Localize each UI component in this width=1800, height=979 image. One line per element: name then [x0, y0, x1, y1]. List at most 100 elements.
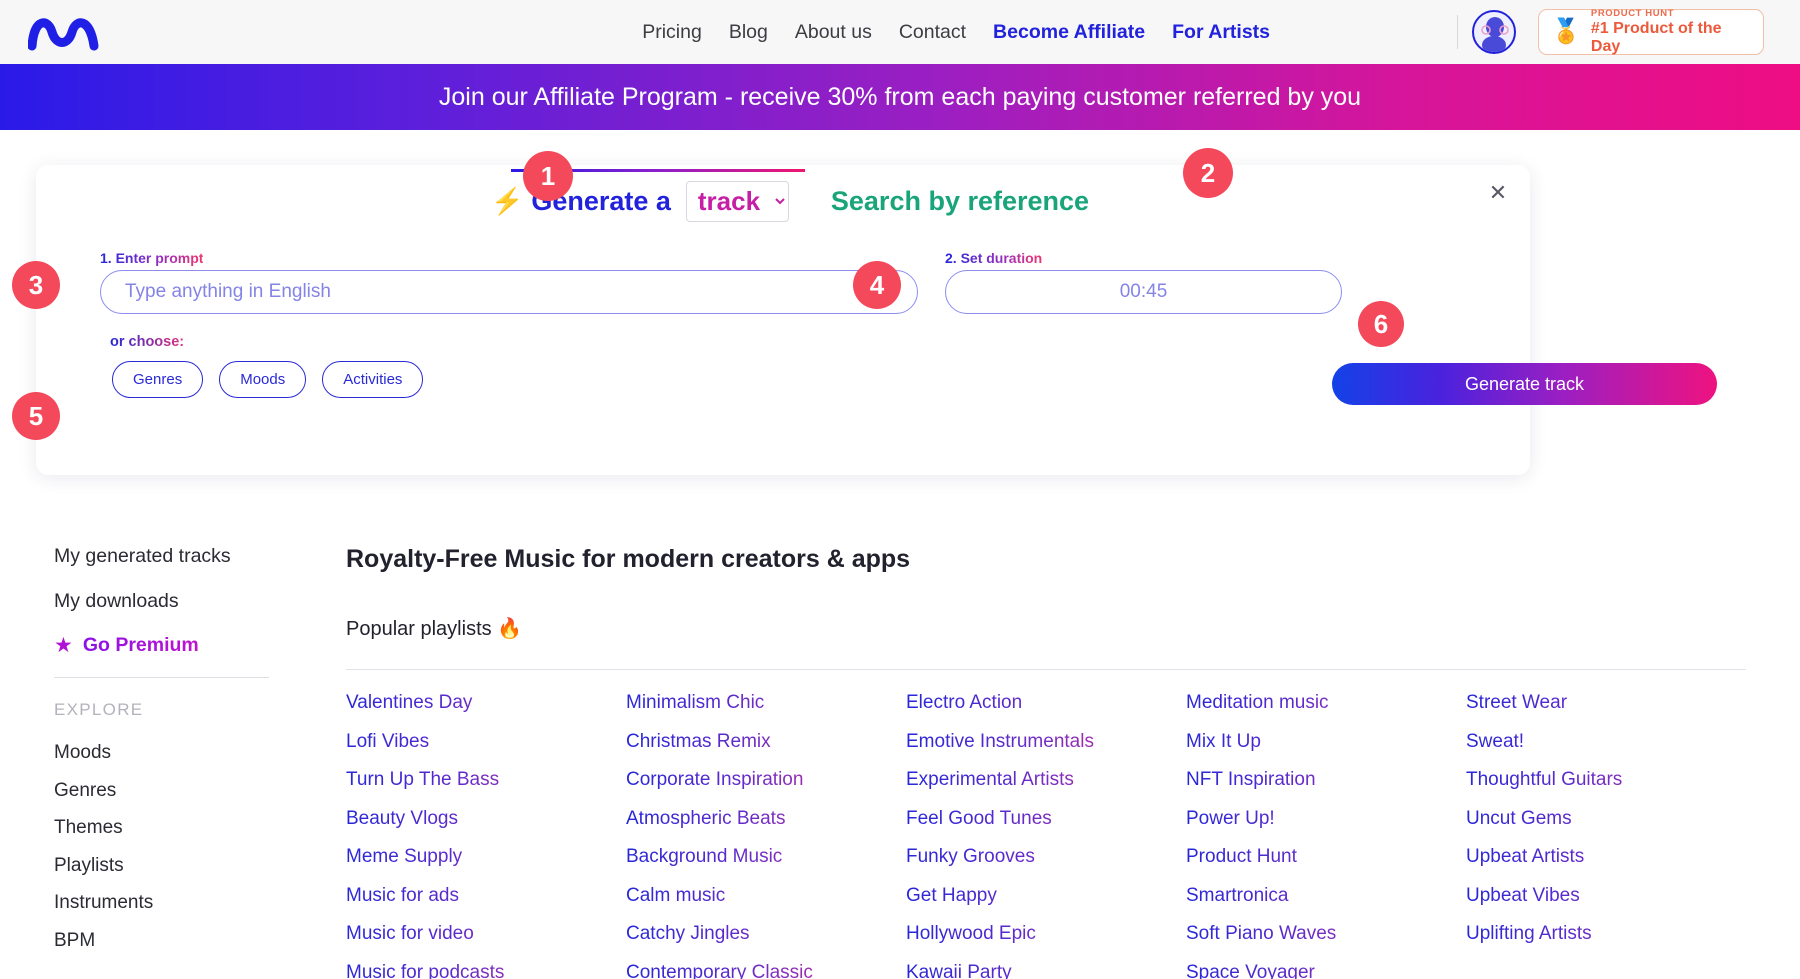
- or-choose-label: or choose:: [110, 334, 184, 350]
- nav-link-contact[interactable]: Contact: [899, 21, 966, 44]
- playlist-link[interactable]: Catchy Jingles: [626, 923, 906, 945]
- prompt-input[interactable]: [100, 270, 918, 314]
- playlist-link[interactable]: Funky Grooves: [906, 846, 1186, 868]
- affiliate-banner-text[interactable]: Join our Affiliate Program - receive 30%…: [439, 83, 1361, 112]
- playlist-link[interactable]: Sweat!: [1466, 731, 1746, 753]
- step-badge-4: 4: [853, 261, 901, 309]
- generator-modal: ✕ ⚡ Generate a track loop jingle Search …: [36, 165, 1530, 475]
- playlist-link[interactable]: NFT Inspiration: [1186, 769, 1466, 791]
- wave-logo-icon[interactable]: [28, 12, 124, 52]
- nav-links: Pricing Blog About us Contact Become Aff…: [642, 0, 1270, 64]
- chip-moods[interactable]: Moods: [219, 361, 306, 398]
- chip-activities[interactable]: Activities: [322, 361, 423, 398]
- duration-input[interactable]: [945, 270, 1342, 314]
- playlist-link[interactable]: Electro Action: [906, 692, 1186, 714]
- playlist-link[interactable]: Soft Piano Waves: [1186, 923, 1466, 945]
- playlist-link[interactable]: Street Wear: [1466, 692, 1746, 714]
- main-content: Royalty-Free Music for modern creators &…: [346, 545, 1746, 979]
- playlist-link[interactable]: Power Up!: [1186, 808, 1466, 830]
- bolt-icon: ⚡: [491, 188, 523, 214]
- sidebar-divider: [54, 677, 269, 678]
- tab-search-by-reference[interactable]: Search by reference: [831, 186, 1089, 217]
- track-type-select[interactable]: track loop jingle: [686, 181, 789, 222]
- sidebar-item-moods[interactable]: Moods: [54, 742, 284, 764]
- product-hunt-badge[interactable]: 🏅 PRODUCT HUNT #1 Product of the Day: [1538, 9, 1764, 55]
- nav-divider: [1457, 15, 1458, 49]
- nav-right-cluster: 🏅 PRODUCT HUNT #1 Product of the Day: [1441, 0, 1764, 64]
- playlist-column-3: Electro Action Emotive Instrumentals Exp…: [906, 692, 1186, 979]
- sidebar-explore-heading: EXPLORE: [54, 700, 284, 720]
- playlist-link[interactable]: Corporate Inspiration: [626, 769, 906, 791]
- step-badge-6: 6: [1358, 301, 1404, 347]
- sidebar-item-instruments[interactable]: Instruments: [54, 892, 284, 914]
- playlist-column-1: Valentines Day Lofi Vibes Turn Up The Ba…: [346, 692, 626, 979]
- playlist-link[interactable]: Meme Supply: [346, 846, 626, 868]
- playlist-link[interactable]: Minimalism Chic: [626, 692, 906, 714]
- playlist-link[interactable]: Beauty Vlogs: [346, 808, 626, 830]
- medal-icon: 🏅: [1551, 20, 1581, 44]
- star-icon: ★: [54, 635, 73, 656]
- playlist-link[interactable]: Turn Up The Bass: [346, 769, 626, 791]
- nav-link-blog[interactable]: Blog: [729, 21, 768, 44]
- sidebar-item-genres[interactable]: Genres: [54, 780, 284, 802]
- category-chips: Genres Moods Activities: [112, 361, 423, 398]
- top-navigation-bar: Pricing Blog About us Contact Become Aff…: [0, 0, 1800, 64]
- sidebar-item-bpm[interactable]: BPM: [54, 930, 284, 952]
- affiliate-banner[interactable]: Join our Affiliate Program - receive 30%…: [0, 64, 1800, 130]
- playlist-link[interactable]: Background Music: [626, 846, 906, 868]
- chip-genres[interactable]: Genres: [112, 361, 203, 398]
- nav-link-for-artists[interactable]: For Artists: [1172, 21, 1270, 44]
- playlist-link[interactable]: Meditation music: [1186, 692, 1466, 714]
- sidebar-item-my-downloads[interactable]: My downloads: [54, 590, 284, 613]
- nav-link-pricing[interactable]: Pricing: [642, 21, 702, 44]
- product-hunt-title: #1 Product of the Day: [1591, 20, 1751, 56]
- playlist-link[interactable]: Valentines Day: [346, 692, 626, 714]
- step-badge-5: 5: [12, 392, 60, 440]
- playlist-columns: Valentines Day Lofi Vibes Turn Up The Ba…: [346, 692, 1746, 979]
- playlist-link[interactable]: Product Hunt: [1186, 846, 1466, 868]
- playlist-link[interactable]: Uncut Gems: [1466, 808, 1746, 830]
- playlist-link[interactable]: Space Voyager: [1186, 962, 1466, 979]
- playlist-link[interactable]: Music for video: [346, 923, 626, 945]
- playlist-link[interactable]: Feel Good Tunes: [906, 808, 1186, 830]
- playlist-column-2: Minimalism Chic Christmas Remix Corporat…: [626, 692, 906, 979]
- playlist-column-5: Street Wear Sweat! Thoughtful Guitars Un…: [1466, 692, 1746, 979]
- playlist-link[interactable]: Thoughtful Guitars: [1466, 769, 1746, 791]
- step-badge-2: 2: [1183, 148, 1233, 198]
- playlist-link[interactable]: Upbeat Vibes: [1466, 885, 1746, 907]
- popular-playlists-heading: Popular playlists 🔥: [346, 616, 1746, 641]
- playlist-link[interactable]: Music for ads: [346, 885, 626, 907]
- playlist-link[interactable]: Lofi Vibes: [346, 731, 626, 753]
- step-badge-3: 3: [12, 261, 60, 309]
- page-root: Pricing Blog About us Contact Become Aff…: [0, 0, 1800, 979]
- playlist-link[interactable]: Music for podcasts: [346, 962, 626, 979]
- sidebar-item-themes[interactable]: Themes: [54, 817, 284, 839]
- playlist-link[interactable]: Experimental Artists: [906, 769, 1186, 791]
- playlist-link[interactable]: Smartronica: [1186, 885, 1466, 907]
- generate-track-button[interactable]: Generate track: [1332, 363, 1717, 405]
- go-premium-label: Go Premium: [83, 634, 199, 657]
- playlist-link[interactable]: Get Happy: [906, 885, 1186, 907]
- playlist-link[interactable]: Upbeat Artists: [1466, 846, 1746, 868]
- playlist-link[interactable]: Contemporary Classic: [626, 962, 906, 979]
- sidebar-item-my-generated-tracks[interactable]: My generated tracks: [54, 545, 284, 568]
- playlist-link[interactable]: Kawaii Party: [906, 962, 1186, 979]
- user-avatar-icon[interactable]: [1472, 10, 1516, 54]
- playlist-link[interactable]: Mix It Up: [1186, 731, 1466, 753]
- nav-link-become-affiliate[interactable]: Become Affiliate: [993, 21, 1145, 44]
- playlist-link[interactable]: Calm music: [626, 885, 906, 907]
- sidebar-item-go-premium[interactable]: ★ Go Premium: [54, 634, 284, 657]
- playlist-column-4: Meditation music Mix It Up NFT Inspirati…: [1186, 692, 1466, 979]
- nav-link-about-us[interactable]: About us: [795, 21, 872, 44]
- playlist-link[interactable]: Emotive Instrumentals: [906, 731, 1186, 753]
- sidebar-item-playlists[interactable]: Playlists: [54, 855, 284, 877]
- page-title: Royalty-Free Music for modern creators &…: [346, 545, 1746, 574]
- playlist-link[interactable]: Atmospheric Beats: [626, 808, 906, 830]
- product-hunt-texts: PRODUCT HUNT #1 Product of the Day: [1591, 8, 1751, 56]
- playlist-link[interactable]: Uplifting Artists: [1466, 923, 1746, 945]
- playlist-link[interactable]: Hollywood Epic: [906, 923, 1186, 945]
- playlist-link[interactable]: Christmas Remix: [626, 731, 906, 753]
- content-divider: [346, 669, 1746, 670]
- step-badge-1: 1: [523, 151, 573, 201]
- sidebar: My generated tracks My downloads ★ Go Pr…: [54, 545, 284, 967]
